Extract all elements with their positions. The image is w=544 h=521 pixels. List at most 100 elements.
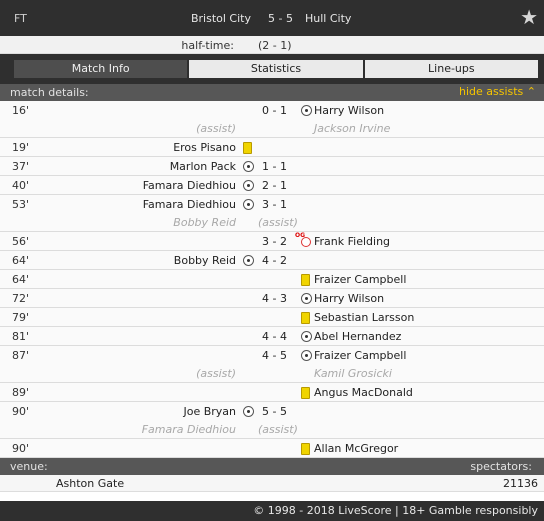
match-page: FT Bristol City 5 - 5 Hull City ★ half-t… xyxy=(0,0,544,521)
assist-player[interactable]: Bobby Reid xyxy=(173,216,236,229)
away-player[interactable]: Sebastian Larsson xyxy=(314,311,414,324)
away-player[interactable]: Angus MacDonald xyxy=(314,386,413,399)
event-row: 16' 0 - 1 Harry Wilson (assist) Jackson Irvi… xyxy=(0,101,544,138)
yellow-card-icon xyxy=(301,387,310,399)
home-team-name[interactable]: Bristol City xyxy=(191,12,251,25)
event-row: 81' 4 - 4 Abel Hernandez xyxy=(0,327,544,346)
event-minute: 40' xyxy=(12,179,30,192)
goal-ball-icon xyxy=(301,331,312,342)
venue-header: venue: spectators: xyxy=(0,458,544,475)
event-row: 87' 4 - 5 Fraizer Campbell (assist) Kamil Gr… xyxy=(0,346,544,383)
away-player[interactable]: Allan McGregor xyxy=(314,442,398,455)
goal-ball-icon xyxy=(243,180,254,191)
home-player[interactable]: Famara Diedhiou xyxy=(143,198,236,211)
home-player[interactable]: Famara Diedhiou xyxy=(143,179,236,192)
event-row: 19' Eros Pisano xyxy=(0,138,544,157)
away-player[interactable]: Frank Fielding xyxy=(314,235,390,248)
event-row: 72' 4 - 3 Harry Wilson xyxy=(0,289,544,308)
away-player[interactable]: Harry Wilson xyxy=(314,104,384,117)
footer-text: © 1998 - 2018 LiveScore | 18+ Gamble res… xyxy=(253,504,538,517)
away-player[interactable]: Harry Wilson xyxy=(314,292,384,305)
event-minute: 87' xyxy=(12,349,30,362)
final-score: 5 - 5 xyxy=(268,12,293,25)
goal-ball-icon xyxy=(243,199,254,210)
venue-row: Ashton Gate 21136 xyxy=(0,475,544,492)
event-list: 16' 0 - 1 Harry Wilson (assist) Jackson Irvi… xyxy=(0,101,544,458)
assist-label: (assist) xyxy=(196,367,236,380)
event-score: 4 - 3 xyxy=(262,292,287,305)
match-details-bar: match details: hide assists ⌃ xyxy=(0,84,544,101)
event-row: 64' Fraizer Campbell xyxy=(0,270,544,289)
goal-ball-icon xyxy=(301,293,312,304)
assist-label: (assist) xyxy=(196,122,236,135)
event-score: 1 - 1 xyxy=(262,160,287,173)
event-row: 89' Angus MacDonald xyxy=(0,383,544,402)
event-score: 4 - 2 xyxy=(262,254,287,267)
event-minute: 16' xyxy=(12,104,30,117)
tab-bar: Match Info Statistics Line-ups xyxy=(0,54,544,84)
event-score: 4 - 5 xyxy=(262,349,287,362)
spectators-label: spectators: xyxy=(470,460,532,473)
event-row: 56' 3 - 2 OG Frank Fielding xyxy=(0,232,544,251)
event-row: 53' 3 - 1 Famara Diedhiou Bobby Reid (assist… xyxy=(0,195,544,232)
home-player[interactable]: Joe Bryan xyxy=(183,405,236,418)
away-team-name[interactable]: Hull City xyxy=(305,12,351,25)
goal-ball-icon xyxy=(301,105,312,116)
yellow-card-icon xyxy=(301,312,310,324)
event-minute: 72' xyxy=(12,292,30,305)
event-minute: 37' xyxy=(12,160,30,173)
assist-player[interactable]: Kamil Grosicki xyxy=(314,367,392,380)
spectators-count: 21136 xyxy=(503,477,538,490)
event-score: 3 - 1 xyxy=(262,198,287,211)
footer: © 1998 - 2018 LiveScore | 18+ Gamble res… xyxy=(0,501,544,521)
hide-assists-toggle[interactable]: hide assists ⌃ xyxy=(459,85,536,98)
halftime-label: half-time: xyxy=(181,39,234,52)
home-player[interactable]: Marlon Pack xyxy=(170,160,236,173)
event-score: 5 - 5 xyxy=(262,405,287,418)
hide-assists-label: hide assists xyxy=(458,85,524,98)
event-minute: 19' xyxy=(12,141,30,154)
venue-name: Ashton Gate xyxy=(56,477,125,490)
match-header: FT Bristol City 5 - 5 Hull City ★ xyxy=(0,0,544,36)
assist-label: (assist) xyxy=(258,423,298,436)
tab-match-info[interactable]: Match Info xyxy=(14,60,188,78)
home-player[interactable]: Eros Pisano xyxy=(173,141,236,154)
venue-label: venue: xyxy=(10,460,48,473)
tab-line-ups[interactable]: Line-ups xyxy=(364,60,538,78)
halftime-score: (2 - 1) xyxy=(258,39,292,52)
match-details-label: match details: xyxy=(10,86,89,99)
event-minute: 90' xyxy=(12,405,30,418)
event-minute: 56' xyxy=(12,235,30,248)
match-status: FT xyxy=(14,12,27,25)
event-minute: 89' xyxy=(12,386,30,399)
away-player[interactable]: Fraizer Campbell xyxy=(314,349,406,362)
goal-ball-icon xyxy=(243,406,254,417)
goal-ball-icon xyxy=(243,255,254,266)
event-score: 2 - 1 xyxy=(262,179,287,192)
yellow-card-icon xyxy=(301,274,310,286)
event-row: 79' Sebastian Larsson xyxy=(0,308,544,327)
assist-player[interactable]: Jackson Irvine xyxy=(314,122,390,135)
chevron-up-icon: ⌃ xyxy=(526,85,536,98)
event-score: 0 - 1 xyxy=(262,104,287,117)
event-minute: 53' xyxy=(12,198,30,211)
event-minute: 79' xyxy=(12,311,30,324)
tab-statistics[interactable]: Statistics xyxy=(189,60,363,78)
assist-player[interactable]: Famara Diedhiou xyxy=(142,423,236,436)
home-player[interactable]: Bobby Reid xyxy=(174,254,236,267)
assist-label: (assist) xyxy=(258,216,298,229)
own-goal-icon: OG xyxy=(295,232,312,247)
favorite-star-icon[interactable]: ★ xyxy=(520,7,538,27)
event-row: 37' 1 - 1 Marlon Pack xyxy=(0,157,544,176)
event-row: 40' 2 - 1 Famara Diedhiou xyxy=(0,176,544,195)
away-player[interactable]: Abel Hernandez xyxy=(314,330,401,343)
event-score: 3 - 2 xyxy=(262,235,287,248)
goal-ball-icon xyxy=(301,350,312,361)
event-row: 90' Allan McGregor xyxy=(0,439,544,458)
away-player[interactable]: Fraizer Campbell xyxy=(314,273,406,286)
goal-ball-icon xyxy=(243,161,254,172)
event-minute: 81' xyxy=(12,330,30,343)
yellow-card-icon xyxy=(301,443,310,455)
event-row: 64' 4 - 2 Bobby Reid xyxy=(0,251,544,270)
event-minute: 64' xyxy=(12,254,30,267)
